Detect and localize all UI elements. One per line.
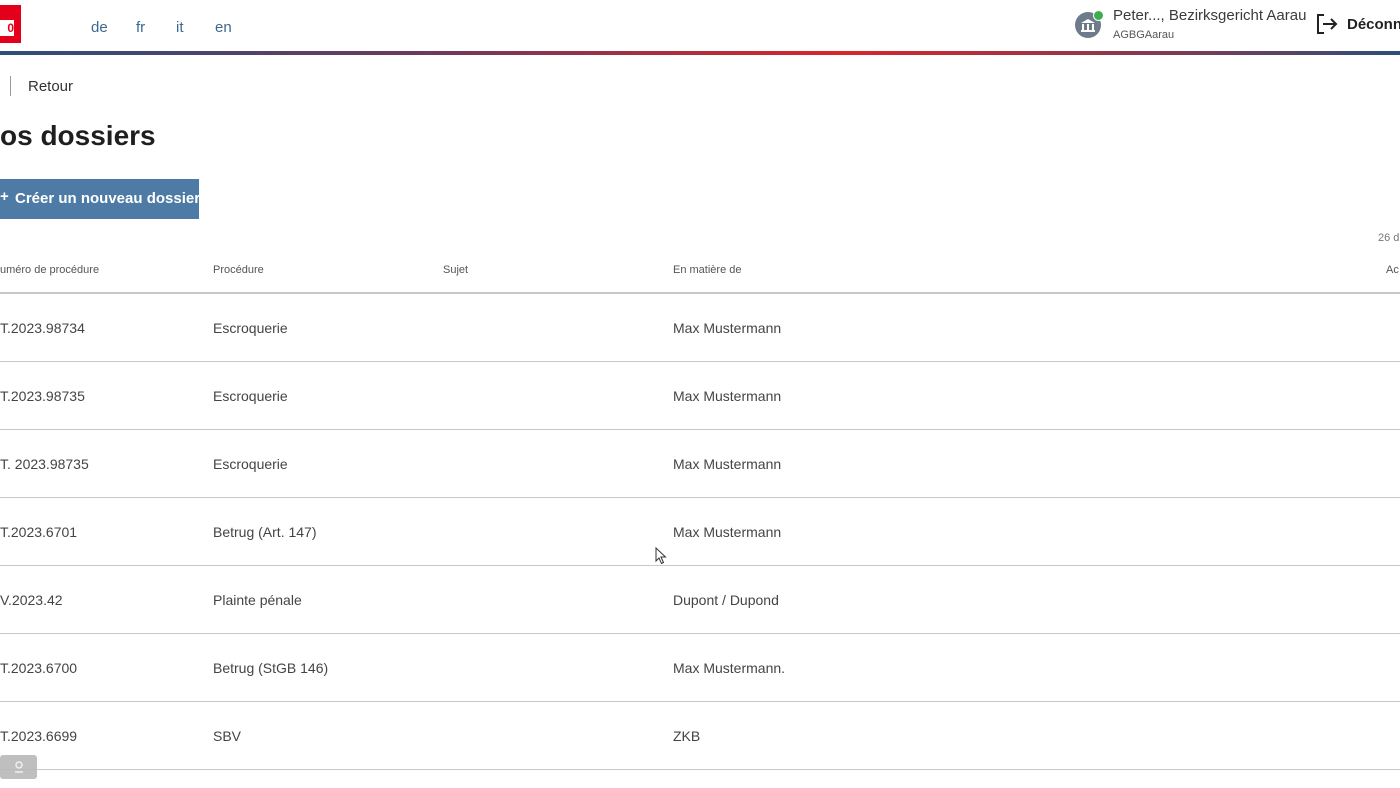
- create-dossier-button[interactable]: + Créer un nouveau dossier: [0, 179, 201, 219]
- page-title: os dossiers: [0, 120, 156, 151]
- mouse-cursor-icon: [655, 547, 667, 565]
- column-header-actions: Ac: [1386, 264, 1399, 276]
- cell-number: T. 2023.98735: [0, 456, 89, 472]
- table-row[interactable]: T.2023.98734 Escroquerie Max Mustermann: [0, 292, 1400, 362]
- header-divider: [0, 51, 1400, 55]
- status-check-icon: [1093, 10, 1104, 21]
- cell-procedure: Escroquerie: [213, 388, 288, 404]
- table-bottom-divider: [0, 769, 1400, 770]
- cell-procedure: Plainte pénale: [213, 592, 302, 608]
- feedback-icon[interactable]: [0, 755, 37, 779]
- table-row[interactable]: T.2023.6699 SBV ZKB: [0, 701, 1400, 770]
- cell-procedure: Escroquerie: [213, 320, 288, 336]
- cell-number: V.2023.42: [0, 592, 63, 608]
- cell-matter: Dupont / Dupond: [673, 592, 779, 608]
- cell-matter: Max Mustermann.: [673, 660, 786, 676]
- cell-procedure: Escroquerie: [213, 456, 288, 472]
- cell-number: T.2023.98735: [0, 388, 85, 404]
- brand-logo[interactable]: 0: [0, 5, 21, 43]
- cell-procedure: Betrug (StGB 146): [213, 660, 329, 676]
- column-header-procedure[interactable]: Procédure: [213, 264, 264, 276]
- top-header: 0 de fr it en Peter..., Bezirksgericht A…: [0, 0, 1400, 52]
- cell-matter: Max Mustermann: [673, 388, 782, 404]
- column-header-number[interactable]: uméro de procédure: [0, 264, 99, 276]
- cell-matter: Max Mustermann: [673, 456, 782, 472]
- plus-icon: +: [0, 188, 9, 205]
- cell-matter: ZKB: [673, 728, 701, 744]
- user-org: AGBGAarau: [1113, 29, 1175, 41]
- table-row[interactable]: T.2023.98735 Escroquerie Max Mustermann: [0, 361, 1400, 430]
- lang-it[interactable]: it: [176, 19, 184, 36]
- lang-fr[interactable]: fr: [136, 19, 145, 36]
- table-row[interactable]: T.2023.6700 Betrug (StGB 146) Max Muster…: [0, 633, 1400, 702]
- lang-de[interactable]: de: [91, 19, 108, 36]
- back-link[interactable]: Retour: [28, 78, 73, 95]
- cell-number: T.2023.98734: [0, 320, 85, 336]
- table-row[interactable]: T.2023.6701 Betrug (Art. 147) Max Muster…: [0, 497, 1400, 566]
- create-dossier-label: Créer un nouveau dossier: [15, 190, 201, 207]
- dossier-count: 26 d: [1378, 232, 1400, 244]
- brand-logo-text: 0: [0, 20, 14, 36]
- cell-matter: Max Mustermann: [673, 524, 782, 540]
- cell-number: T.2023.6700: [0, 660, 78, 676]
- logout-icon[interactable]: [1316, 13, 1338, 35]
- cell-number: T.2023.6701: [0, 524, 78, 540]
- cell-matter: Max Mustermann: [673, 320, 782, 336]
- logout-button[interactable]: Déconn: [1347, 16, 1400, 33]
- lang-en[interactable]: en: [215, 19, 232, 36]
- cell-procedure: SBV: [213, 728, 242, 744]
- table-row[interactable]: T. 2023.98735 Escroquerie Max Mustermann: [0, 429, 1400, 498]
- table-row[interactable]: V.2023.42 Plainte pénale Dupont / Dupond: [0, 565, 1400, 634]
- user-name[interactable]: Peter..., Bezirksgericht Aarau: [1113, 7, 1306, 24]
- back-divider: [10, 76, 11, 96]
- cell-procedure: Betrug (Art. 147): [213, 524, 317, 540]
- column-header-matter[interactable]: En matière de: [673, 264, 741, 276]
- cell-number: T.2023.6699: [0, 728, 78, 744]
- column-header-subject[interactable]: Sujet: [443, 264, 468, 276]
